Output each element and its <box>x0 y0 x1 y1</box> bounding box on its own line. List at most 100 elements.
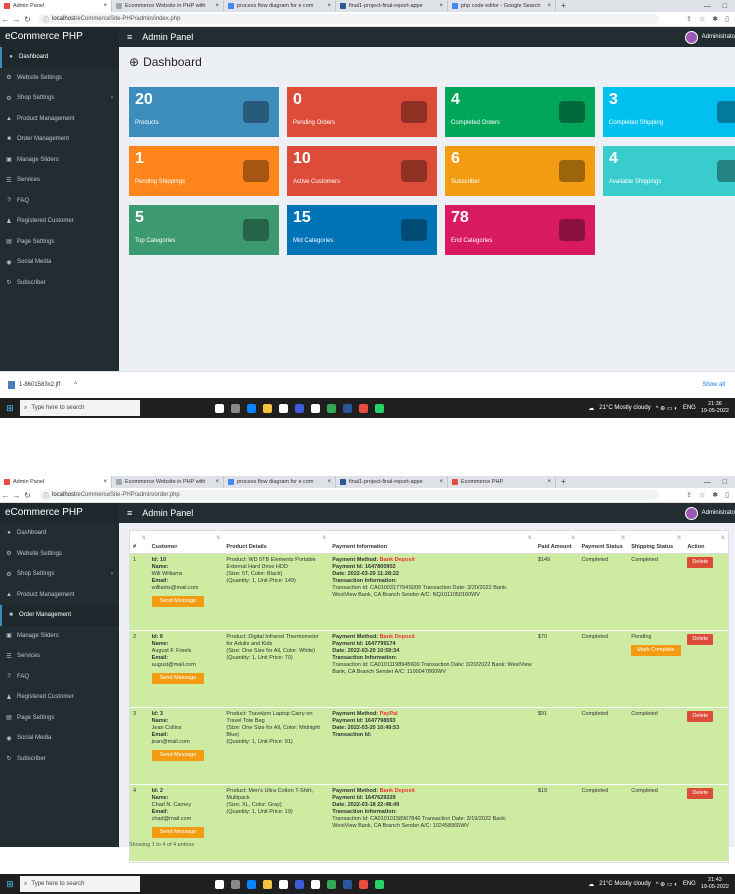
app-icon[interactable] <box>311 879 320 889</box>
mail-icon[interactable] <box>279 403 288 413</box>
browser-tab[interactable]: final1-project-final-report-appe × <box>336 0 448 12</box>
vscode-icon[interactable] <box>295 879 304 889</box>
send-message-button[interactable]: Send Message <box>151 826 205 838</box>
sidebar-item-subscriber[interactable]: ↻ Subscriber <box>0 273 119 294</box>
windows-start-icon[interactable]: ⊞ <box>0 879 20 890</box>
stat-box[interactable]: 1 Pending Shippings <box>129 146 279 196</box>
taskbar-search[interactable]: ⌕ Type here to search <box>20 876 140 892</box>
browser-tab[interactable]: Admin Panel × <box>0 476 112 488</box>
sidebar-item-website-settings[interactable]: ⚙ Website Settings <box>0 544 119 565</box>
browser-tab[interactable]: final1-project-final-report-appe × <box>336 476 448 488</box>
windows-start-icon[interactable]: ⊞ <box>0 403 20 414</box>
column-header[interactable]: Shipping Status ⇅ <box>628 531 685 554</box>
cortana-icon[interactable] <box>215 403 224 413</box>
app-icon[interactable] <box>311 403 320 413</box>
send-message-button[interactable]: Send Message <box>151 672 205 684</box>
sidebar-item-order-management[interactable]: ■ Order Management <box>0 605 119 626</box>
chevron-up-icon[interactable]: ^ <box>74 382 77 388</box>
browser-tab[interactable]: process flow diagram for e com × <box>224 476 336 488</box>
reload-icon[interactable]: ↻ <box>22 491 33 500</box>
delete-button[interactable]: Delete <box>687 633 714 645</box>
forward-icon[interactable]: → <box>11 15 22 24</box>
file-explorer-icon[interactable] <box>263 403 272 413</box>
sidebar-item-services[interactable]: ☰ Services <box>0 170 119 191</box>
sidebar-item-page-settings[interactable]: ▤ Page Settings <box>0 232 119 253</box>
download-item[interactable]: 1-8601583x2.jff ^ <box>8 381 77 389</box>
column-header[interactable]: Payment Information ⇅ <box>329 531 535 554</box>
sidebar-item-product-management[interactable]: ▲ Product Management <box>0 109 119 130</box>
stat-box[interactable]: 78 End Categories <box>445 205 595 255</box>
tray-icons[interactable]: ^ ⊕ ▭ ◐ <box>656 405 678 412</box>
sidebar-item-faq[interactable]: ? FAQ <box>0 191 119 212</box>
user-menu[interactable]: Administrato <box>684 30 735 44</box>
menu-toggle-icon[interactable]: ≡ <box>127 508 132 518</box>
language[interactable]: ENG <box>683 881 696 887</box>
sidebar-item-page-settings[interactable]: ▤ Page Settings <box>0 708 119 729</box>
new-tab-icon[interactable]: + <box>556 476 571 488</box>
sidebar-item-manage-sliders[interactable]: ▣ Manage Sliders <box>0 626 119 647</box>
share-icon[interactable]: ⇪ <box>686 491 692 499</box>
close-tab-icon[interactable]: × <box>211 479 219 485</box>
send-message-button[interactable]: Send Message <box>151 595 205 607</box>
share-icon[interactable]: ⇪ <box>686 15 692 23</box>
browser-tab[interactable]: process flow diagram for e com × <box>224 0 336 12</box>
sidebar-item-registered-customer[interactable]: ♟ Registered Customer <box>0 211 119 232</box>
edge-icon[interactable] <box>247 403 256 413</box>
sidebar-item-dashboard[interactable]: ● Dashboard <box>0 523 119 544</box>
edge-icon[interactable] <box>247 879 256 889</box>
browser-tab[interactable]: Ecommerce Website in PHP with × <box>112 0 224 12</box>
whatsapp-icon[interactable] <box>375 879 384 889</box>
reload-icon[interactable]: ↻ <box>22 15 33 24</box>
minimize-icon[interactable]: — <box>704 3 711 10</box>
sidebar-item-order-management[interactable]: ■ Order Management <box>0 129 119 150</box>
stat-box[interactable]: 4 Completed Orders <box>445 87 595 137</box>
taskbar-search[interactable]: ⌕ Type here to search <box>20 400 140 416</box>
star-icon[interactable]: ☆ <box>699 15 705 23</box>
stat-box[interactable]: 0 Pending Orders <box>287 87 437 137</box>
show-all-link[interactable]: Show all <box>702 382 725 388</box>
xampp-icon[interactable] <box>359 403 368 413</box>
column-header[interactable]: Paid Amount ⇅ <box>534 531 579 554</box>
browser-tab[interactable]: Ecommerce PHP × <box>448 476 556 488</box>
sidebar-item-social-media[interactable]: ◉ Social Media <box>0 728 119 749</box>
delete-button[interactable]: Delete <box>687 710 714 722</box>
mail-icon[interactable] <box>279 879 288 889</box>
sidebar-item-faq[interactable]: ? FAQ <box>0 667 119 688</box>
url-field[interactable]: ⓘ localhost/eCommerceSite-PHP/admin/orde… <box>39 490 659 500</box>
menu-toggle-icon[interactable]: ≡ <box>127 32 132 42</box>
sidepanel-icon[interactable]: ▯ <box>725 15 729 23</box>
send-message-button[interactable]: Send Message <box>151 749 205 761</box>
browser-tab[interactable]: Admin Panel × <box>0 0 112 12</box>
sidebar-item-product-management[interactable]: ▲ Product Management <box>0 585 119 606</box>
url-field[interactable]: ⓘ localhost/eCommerceSite-PHP/admin/inde… <box>39 14 659 24</box>
sidebar-item-social-media[interactable]: ◉ Social Media <box>0 252 119 273</box>
column-header[interactable]: Product Details ⇅ <box>223 531 330 554</box>
sidepanel-icon[interactable]: ▯ <box>725 491 729 499</box>
user-menu[interactable]: Administrato <box>684 506 735 520</box>
weather-text[interactable]: 21°C Mostly cloudy <box>599 405 650 411</box>
sidebar-item-shop-settings[interactable]: ⚙ Shop Settings › <box>0 564 119 585</box>
clock[interactable]: 21:43 19-05-2022 <box>701 877 729 891</box>
stat-box[interactable]: 6 Subscriber <box>445 146 595 196</box>
new-tab-icon[interactable]: + <box>556 0 571 12</box>
task-view-icon[interactable] <box>231 403 240 413</box>
stat-box[interactable]: 20 Products <box>129 87 279 137</box>
chrome-icon[interactable] <box>327 403 336 413</box>
close-tab-icon[interactable]: × <box>323 479 331 485</box>
tray-icons[interactable]: ^ ⊕ ▭ ◐ <box>656 881 678 888</box>
star-icon[interactable]: ☆ <box>699 491 705 499</box>
chrome-icon[interactable] <box>327 879 336 889</box>
word-icon[interactable] <box>343 879 352 889</box>
browser-tab[interactable]: Ecommerce Website in PHP with × <box>112 476 224 488</box>
column-header[interactable]: Payment Status ⇅ <box>578 531 629 554</box>
clock[interactable]: 21:36 19-05-2022 <box>701 401 729 415</box>
sidebar-item-website-settings[interactable]: ⚙ Website Settings <box>0 68 119 89</box>
stat-box[interactable]: 15 Mid Categories <box>287 205 437 255</box>
forward-icon[interactable]: → <box>11 491 22 500</box>
back-icon[interactable]: ← <box>0 491 11 500</box>
delete-button[interactable]: Delete <box>687 556 714 568</box>
close-tab-icon[interactable]: × <box>323 3 331 9</box>
delete-button[interactable]: Delete <box>687 787 714 799</box>
vscode-icon[interactable] <box>295 403 304 413</box>
stat-box[interactable]: 5 Top Categories <box>129 205 279 255</box>
